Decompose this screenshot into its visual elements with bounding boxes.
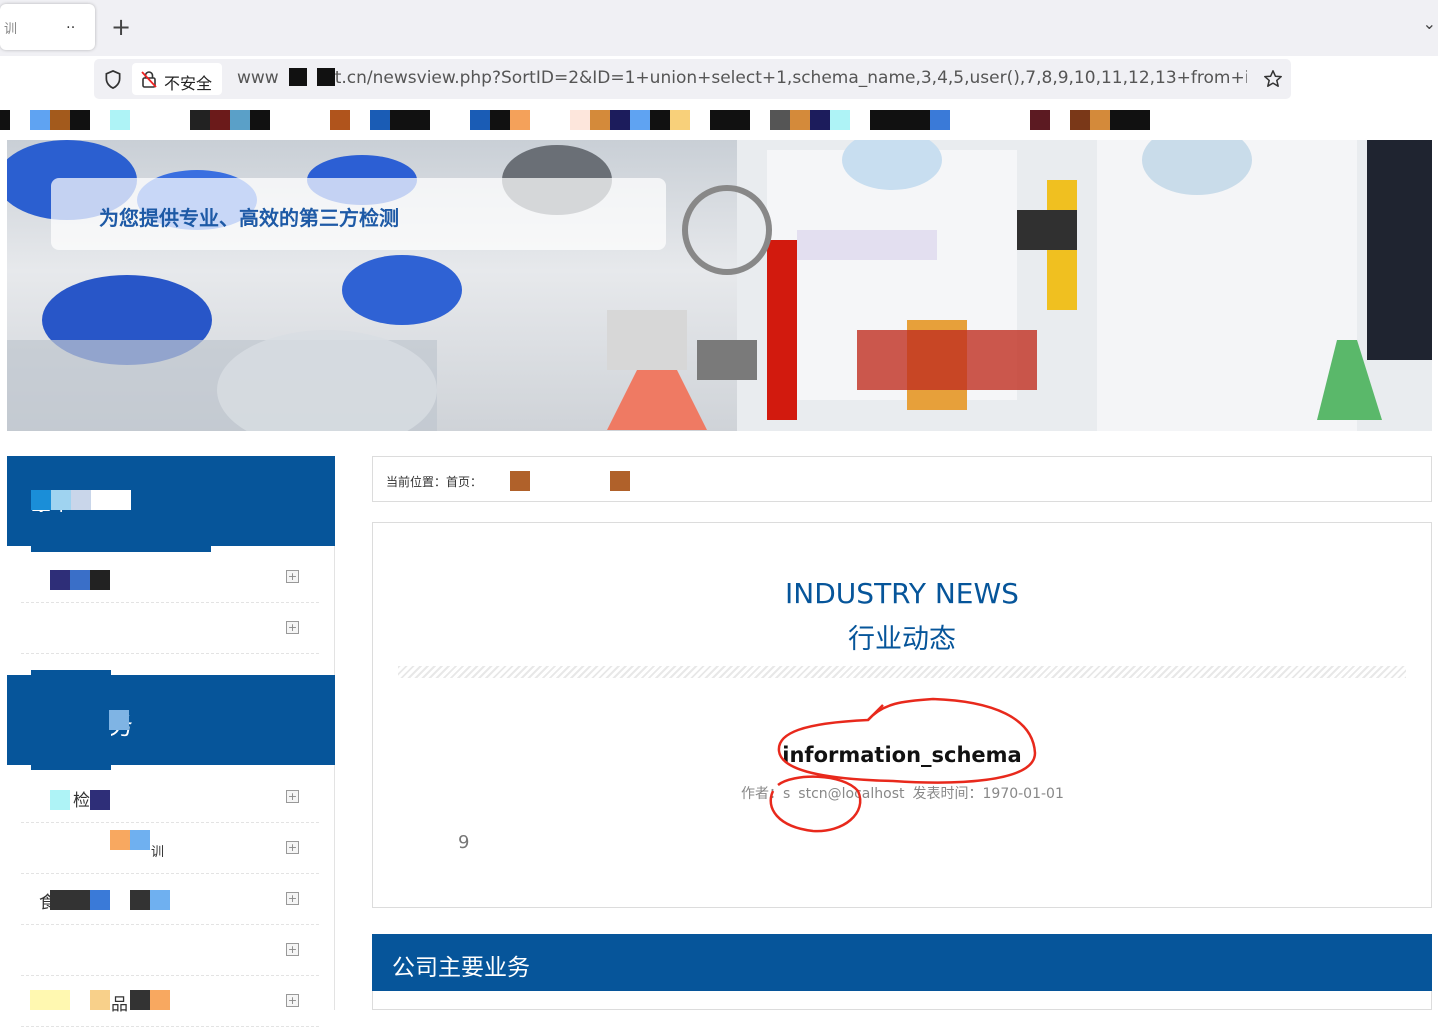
article-body: 9 <box>458 832 470 853</box>
tab-list-chevron-icon[interactable]: ⌄ <box>1423 14 1436 33</box>
redaction-block <box>110 830 150 850</box>
bookmark-star-icon[interactable] <box>1263 69 1283 89</box>
bookmark-item[interactable] <box>770 110 850 130</box>
hero-banner: 为您提供专业、高效的第三方检测 <box>7 140 1432 431</box>
article-title: information_schema <box>782 743 1022 767</box>
bookmark-item[interactable] <box>470 110 530 130</box>
bookmark-item[interactable] <box>870 110 950 130</box>
redaction-block <box>30 990 70 1010</box>
expand-plus-icon[interactable]: + <box>286 943 299 956</box>
bookmark-item[interactable] <box>710 110 750 130</box>
redaction-block <box>610 471 630 491</box>
expand-plus-icon[interactable]: + <box>286 994 299 1007</box>
bookmarks-toolbar <box>0 106 1438 140</box>
article-meta: 作者：s stcn@localhost 发表时间：1970-01-01 <box>741 783 1072 803</box>
breadcrumb-text: 当前位置：首页： <box>386 475 483 489</box>
bookmark-item[interactable] <box>190 110 270 130</box>
insecure-lock-icon <box>141 71 157 88</box>
banner-tagline-box: 为您提供专业、高效的第三方检测 <box>51 178 666 250</box>
redaction-block <box>288 68 307 86</box>
url-main: t.cn/newsview.php?SortID=2&ID=1+union+se… <box>334 68 1247 88</box>
bookmark-item[interactable] <box>570 110 690 130</box>
expand-plus-icon[interactable]: + <box>286 790 299 803</box>
browser-tab-bar: 训 ‥ + ⌄ <box>0 0 1438 56</box>
tracking-shield-icon[interactable] <box>104 70 122 89</box>
sidebar-item[interactable]: + <box>21 603 319 654</box>
redaction-block <box>50 570 110 590</box>
bookmark-item[interactable] <box>1070 110 1150 130</box>
sidebar-item[interactable]: 训 + <box>21 823 319 874</box>
insecure-label: 不安全 <box>164 74 213 93</box>
article-date: 发表时间：1970-01-01 <box>912 786 1064 802</box>
main-business-header: 公司主要业务 <box>372 934 1432 991</box>
redaction-block <box>50 890 110 910</box>
sidebar-item[interactable]: + <box>21 925 319 976</box>
browser-tab[interactable]: 训 ‥ <box>0 4 95 50</box>
redaction-block <box>31 490 131 510</box>
bookmark-item[interactable] <box>330 110 350 130</box>
expand-plus-icon[interactable]: + <box>286 570 299 583</box>
section-heading-cn: 行业动态 <box>848 624 956 655</box>
breadcrumb: 当前位置：首页： <box>372 456 1432 502</box>
bookmark-item[interactable] <box>0 110 10 130</box>
sidebar: 关于 + + 务 检 + 训 + 食 + + 品 + <box>7 456 335 1027</box>
banner-tagline: 为您提供专业、高效的第三方检测 <box>99 206 399 230</box>
article-panel: INDUSTRY NEWS 行业动态 information_schema 作者… <box>372 522 1432 908</box>
expand-plus-icon[interactable]: + <box>286 892 299 905</box>
main-business-panel <box>372 991 1432 1010</box>
expand-plus-icon[interactable]: + <box>286 621 299 634</box>
bookmark-item[interactable] <box>110 110 130 130</box>
main-business-title: 公司主要业务 <box>392 955 530 981</box>
sidebar-item-label: 训 <box>151 845 165 860</box>
url-bar[interactable]: 不安全 www t.cn/newsview.php?SortID=2&ID=1+u… <box>94 59 1291 99</box>
redaction-block <box>31 512 211 552</box>
bookmark-item[interactable] <box>30 110 90 130</box>
section-heading-en: INDUSTRY NEWS <box>785 577 1019 610</box>
redaction-block <box>130 890 170 910</box>
redaction-block <box>31 670 111 770</box>
redaction-block <box>50 790 110 810</box>
redaction-block <box>316 68 335 86</box>
bookmark-item[interactable] <box>1030 110 1050 130</box>
redaction-block <box>510 471 530 491</box>
tab-title: 训 <box>4 22 18 37</box>
redaction-block <box>109 710 129 730</box>
url-text[interactable]: www t.cn/newsview.php?SortID=2&ID=1+union… <box>237 68 1247 88</box>
article-author-label: 作者：s <box>741 786 791 802</box>
new-tab-button[interactable]: + <box>108 12 134 42</box>
connection-insecure-badge[interactable]: 不安全 <box>132 63 222 95</box>
article-author-value: stcn@localhost <box>798 786 905 802</box>
divider <box>398 666 1406 678</box>
url-prefix: www <box>237 68 279 88</box>
redaction-block <box>90 990 170 1010</box>
expand-plus-icon[interactable]: + <box>286 841 299 854</box>
bookmark-item[interactable] <box>370 110 430 130</box>
browser-nav-bar: 不安全 www t.cn/newsview.php?SortID=2&ID=1+u… <box>0 56 1438 106</box>
tab-close-icon[interactable]: ‥ <box>66 16 75 32</box>
